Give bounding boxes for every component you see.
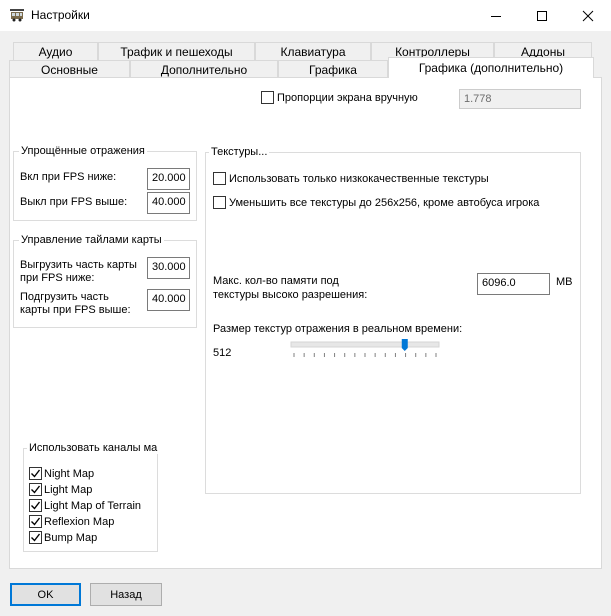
- reflections-on-field[interactable]: 20.000: [147, 168, 190, 190]
- close-button[interactable]: [565, 0, 611, 31]
- aspect-checkbox[interactable]: [261, 91, 274, 104]
- slider-graphic: [290, 339, 440, 357]
- light-map-label: Light Map: [44, 484, 93, 496]
- minimize-icon: [491, 15, 501, 17]
- reflections-on-label: Вкл при FPS ниже:: [20, 171, 117, 183]
- tab-graphics-advanced[interactable]: Графика (дополнительно): [388, 57, 594, 78]
- reflection-size-value: 512: [213, 347, 232, 359]
- bump-map-checkbox[interactable]: [29, 531, 42, 544]
- check-icon: [31, 533, 41, 542]
- night-map-checkbox[interactable]: [29, 467, 42, 480]
- tab-audio[interactable]: Аудио: [13, 42, 98, 60]
- tiles-unload-label-2: при FPS ниже:: [20, 272, 95, 284]
- reflections-off-field[interactable]: 40.000: [147, 192, 190, 214]
- tab-traffic[interactable]: Трафик и пешеходы: [98, 42, 255, 60]
- low-quality-label: Использовать только низкокачественные те…: [229, 173, 489, 185]
- close-icon: [582, 10, 594, 21]
- tab-general[interactable]: Основные: [9, 60, 130, 78]
- tiles-unload-label-1: Выгрузить часть карты: [20, 259, 137, 271]
- reduce-textures-label: Уменьшить все текстуры до 256x256, кроме…: [229, 197, 540, 209]
- light-map-terrain-label: Light Map of Terrain: [44, 500, 142, 512]
- aspect-value-field[interactable]: 1.778: [459, 89, 581, 109]
- maximize-icon: [537, 10, 547, 21]
- back-button[interactable]: Назад: [90, 583, 162, 606]
- reflexion-map-label: Reflexion Map: [44, 516, 115, 528]
- minimize-button[interactable]: [473, 0, 519, 31]
- slider-thumb[interactable]: [401, 339, 408, 351]
- reflection-size-slider[interactable]: [290, 338, 440, 360]
- tiles-load-field[interactable]: 40.000: [147, 289, 190, 311]
- ok-button[interactable]: OK: [10, 583, 81, 606]
- tab-advanced[interactable]: Дополнительно: [130, 60, 278, 78]
- tab-keyboard[interactable]: Клавиатура: [255, 42, 371, 60]
- max-mem-unit: MB: [556, 276, 573, 288]
- check-icon: [31, 469, 41, 478]
- reflexion-map-checkbox[interactable]: [29, 515, 42, 528]
- tiles-load-label-1: Подгрузить часть: [20, 291, 109, 303]
- reflections-group-title: Упрощённые отражения: [19, 145, 147, 157]
- bump-map-label: Bump Map: [44, 532, 98, 544]
- channels-group-title: Использовать каналы ма: [27, 442, 158, 454]
- window-title: Настройки: [31, 8, 90, 22]
- aspect-label: Пропорции экрана вручную: [277, 92, 418, 104]
- low-quality-checkbox[interactable]: [213, 172, 226, 185]
- reflections-off-label: Выкл при FPS выше:: [20, 196, 128, 208]
- tiles-load-label-2: карты при FPS выше:: [20, 304, 131, 316]
- tab-graphics[interactable]: Графика: [278, 60, 388, 78]
- textures-group-title: Текстуры...: [209, 146, 270, 158]
- tiles-unload-field[interactable]: 30.000: [147, 257, 190, 279]
- tiles-group-title: Управление тайлами карты: [19, 234, 164, 246]
- light-map-terrain-checkbox[interactable]: [29, 499, 42, 512]
- light-map-checkbox[interactable]: [29, 483, 42, 496]
- check-icon: [31, 485, 41, 494]
- night-map-label: Night Map: [44, 468, 95, 480]
- max-mem-field[interactable]: 6096.0: [477, 273, 550, 295]
- check-icon: [31, 517, 41, 526]
- reflection-size-label: Размер текстур отражения в реальном врем…: [213, 323, 463, 335]
- check-icon: [31, 501, 41, 510]
- reduce-textures-checkbox[interactable]: [213, 196, 226, 209]
- app-icon: [9, 7, 25, 23]
- maximize-button[interactable]: [519, 0, 565, 31]
- max-mem-label-2: текстуры высоко разрешения:: [213, 289, 368, 301]
- max-mem-label-1: Макс. кол-во памяти под: [213, 275, 339, 287]
